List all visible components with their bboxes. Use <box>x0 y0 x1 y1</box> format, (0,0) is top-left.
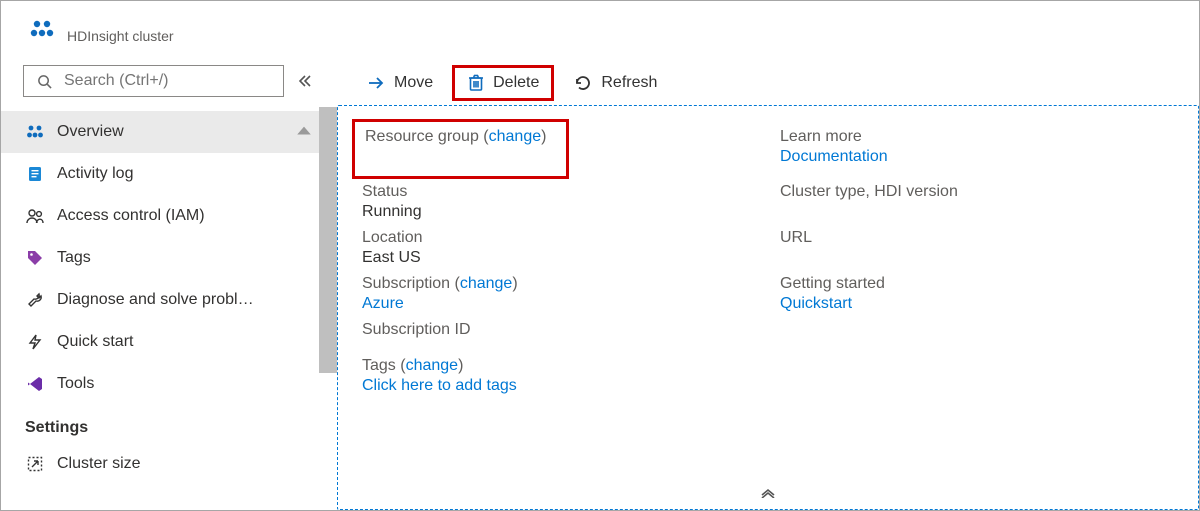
sidebar-item-label: Tags <box>57 249 313 267</box>
toolbar: Move Delete Refresh <box>337 61 1199 105</box>
people-icon <box>25 206 45 226</box>
visual-studio-icon <box>25 374 45 394</box>
azure-portal-blade: HDInsight cluster <box>0 0 1200 511</box>
tag-icon <box>25 248 45 268</box>
sidebar-item-tools[interactable]: Tools <box>1 363 325 405</box>
sidebar-item-activity-log[interactable]: Activity log <box>1 153 325 195</box>
getting-started-label: Getting started <box>780 275 1174 293</box>
sidebar-item-label: Activity log <box>57 165 313 183</box>
tags-add-link[interactable]: Click here to add tags <box>362 377 1174 395</box>
sidebar-item-overview[interactable]: Overview <box>1 111 325 153</box>
chevron-up-icon <box>295 121 313 144</box>
location-value: East US <box>362 249 756 267</box>
collapse-sidebar-button[interactable] <box>294 69 315 93</box>
tags-change-link[interactable]: change <box>406 357 459 374</box>
sidebar-item-label: Access control (IAM) <box>57 207 313 225</box>
trash-icon <box>467 73 485 93</box>
delete-label: Delete <box>493 74 539 92</box>
resource-group-change-link[interactable]: change <box>489 128 542 145</box>
subscription-label: Subscription (change) <box>362 275 756 293</box>
status-label: Status <box>362 183 756 201</box>
sidebar-item-label: Overview <box>57 123 283 141</box>
wrench-icon <box>25 290 45 310</box>
sidebar-search[interactable] <box>23 65 284 97</box>
sidebar-scrollbar[interactable] <box>319 107 337 373</box>
resource-group-highlight: Resource group (change) <box>352 119 569 179</box>
url-label: URL <box>780 229 1174 247</box>
subscription-change-link[interactable]: change <box>460 275 513 292</box>
refresh-icon <box>573 73 593 93</box>
header: HDInsight cluster <box>1 1 1199 61</box>
sidebar-item-tags[interactable]: Tags <box>1 237 325 279</box>
resize-icon <box>25 454 45 474</box>
cluster-icon <box>25 122 45 142</box>
quickstart-link[interactable]: Quickstart <box>780 295 1174 313</box>
tags-label: Tags (change) <box>362 357 1174 375</box>
hdinsight-cluster-icon <box>29 18 55 44</box>
sidebar-item-label: Diagnose and solve probl… <box>57 291 313 309</box>
sidebar-nav: Overview Activity log Access control (I <box>1 111 325 405</box>
sidebar-item-diagnose[interactable]: Diagnose and solve probl… <box>1 279 325 321</box>
sidebar-item-access-control[interactable]: Access control (IAM) <box>1 195 325 237</box>
refresh-label: Refresh <box>601 74 657 92</box>
move-button[interactable]: Move <box>351 65 448 101</box>
cluster-type-label: Cluster type, HDI version <box>780 183 1174 201</box>
arrow-right-icon <box>366 73 386 93</box>
search-icon <box>34 71 54 91</box>
sidebar-section-settings: Settings <box>1 405 325 441</box>
log-icon <box>25 164 45 184</box>
sidebar-item-label: Tools <box>57 375 313 393</box>
sidebar-item-quick-start[interactable]: Quick start <box>1 321 325 363</box>
sidebar-nav-settings: Cluster size <box>1 443 325 485</box>
sidebar-search-input[interactable] <box>62 71 273 91</box>
documentation-link[interactable]: Documentation <box>780 148 1174 166</box>
sidebar-item-label: Quick start <box>57 333 313 351</box>
breadcrumb: HDInsight cluster <box>67 18 174 44</box>
location-label: Location <box>362 229 756 247</box>
move-label: Move <box>394 74 433 92</box>
subscription-id-label: Subscription ID <box>362 321 756 339</box>
sidebar-item-label: Cluster size <box>57 455 313 473</box>
status-value: Running <box>362 203 756 221</box>
essentials-collapse-toggle[interactable] <box>338 486 1198 501</box>
resource-group-label: Resource group (change) <box>365 128 546 145</box>
learn-more-label: Learn more <box>780 128 1174 146</box>
delete-button[interactable]: Delete <box>452 65 554 101</box>
sidebar-item-cluster-size[interactable]: Cluster size <box>1 443 325 485</box>
refresh-button[interactable]: Refresh <box>558 65 672 101</box>
subscription-link[interactable]: Azure <box>362 295 756 313</box>
sidebar: Overview Activity log Access control (I <box>1 61 337 510</box>
main-content: Move Delete Refresh <box>337 61 1199 510</box>
lightning-icon <box>25 332 45 352</box>
overview-essentials: Resource group (change) Learn more Docum… <box>337 105 1199 510</box>
